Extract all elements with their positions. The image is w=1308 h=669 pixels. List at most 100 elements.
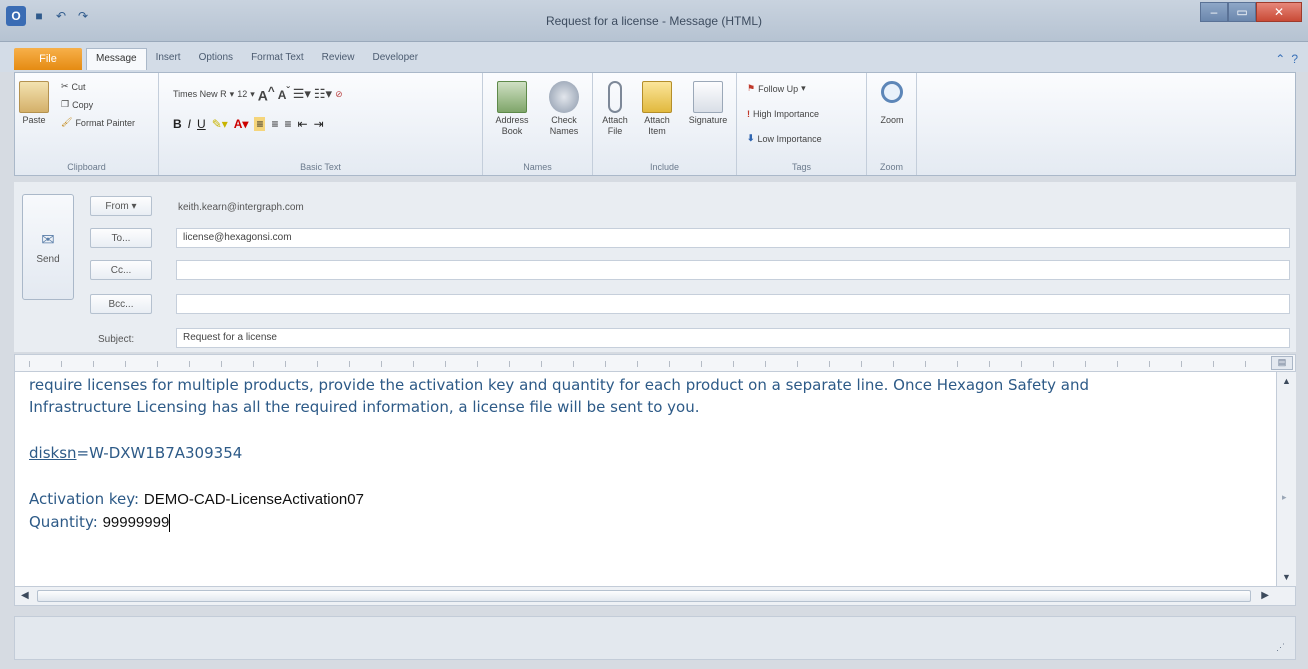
names-group-label: Names: [523, 162, 552, 172]
maximize-button[interactable]: ▭: [1228, 2, 1256, 22]
send-icon: ✉: [41, 231, 55, 249]
magnifier-icon: [881, 81, 903, 103]
close-button[interactable]: ✕: [1256, 2, 1302, 22]
font-color-icon[interactable]: A▾: [234, 117, 249, 131]
scissors-icon: ✂: [61, 81, 69, 91]
cut-button[interactable]: ✂ Cut: [61, 81, 86, 92]
align-left-icon[interactable]: ≡: [254, 117, 266, 131]
check-names-button[interactable]: Check Names: [541, 81, 587, 137]
shrink-font-icon[interactable]: Aˇ: [278, 86, 290, 102]
scroll-up-icon[interactable]: ▲: [1282, 376, 1291, 386]
tab-file[interactable]: File: [14, 48, 82, 70]
address-book-icon: [497, 81, 527, 113]
numbering-icon[interactable]: ☷▾: [314, 86, 332, 102]
paste-icon: [19, 81, 49, 113]
signature-icon: [693, 81, 723, 113]
tab-options[interactable]: Options: [190, 48, 242, 70]
exclamation-icon: !: [747, 109, 750, 119]
include-group-label: Include: [649, 162, 680, 172]
status-bar: ⋰: [14, 616, 1296, 660]
cc-button[interactable]: Cc...: [90, 260, 152, 280]
ruler-toggle-button[interactable]: ▤: [1271, 356, 1293, 370]
from-value: keith.kearn@intergraph.com: [178, 202, 304, 213]
low-importance-button[interactable]: ⬇ Low Importance: [747, 133, 822, 144]
minimize-button[interactable]: –: [1200, 2, 1228, 22]
message-header: ✉ Send From ▾ keith.kearn@intergraph.com…: [14, 182, 1296, 352]
attach-item-button[interactable]: Attach Item: [635, 81, 679, 137]
tags-group-label: Tags: [791, 162, 811, 172]
ribbon: Paste ✂ Cut ❐ Copy 🖌 Format Painter Clipboa…: [14, 72, 1296, 176]
to-button[interactable]: To...: [90, 228, 152, 248]
window-controls: – ▭ ✕: [1200, 2, 1302, 22]
italic-button[interactable]: I: [188, 117, 191, 131]
zoom-button[interactable]: Zoom: [873, 81, 911, 126]
increase-indent-icon[interactable]: ⇥: [314, 117, 324, 131]
horizontal-scrollbar[interactable]: ◀ ▶: [14, 586, 1296, 606]
font-name-dropdown[interactable]: Times New R: [173, 89, 227, 99]
tab-developer[interactable]: Developer: [363, 48, 427, 70]
decrease-indent-icon[interactable]: ⇤: [298, 117, 308, 131]
tab-insert[interactable]: Insert: [147, 48, 190, 70]
follow-up-button[interactable]: ⚑ Follow Up ▾: [747, 83, 806, 94]
check-names-icon: [549, 81, 579, 113]
basic-text-group-label: Basic Text: [300, 162, 341, 172]
vertical-scrollbar[interactable]: ▲ ▸ ▼: [1276, 372, 1296, 586]
scroll-down-icon[interactable]: ▼: [1282, 572, 1291, 582]
names-group: Address Book Check Names Names: [483, 73, 593, 175]
tags-group: ⚑ Follow Up ▾ ! High Importance ⬇ Low Import…: [737, 73, 867, 175]
text-caret: [169, 513, 171, 532]
cc-field[interactable]: [176, 260, 1290, 280]
scroll-mid-icon: ▸: [1282, 492, 1287, 502]
from-button[interactable]: From ▾: [90, 196, 152, 216]
paperclip-icon: [608, 81, 622, 113]
body-line-1: require licenses for multiple products, …: [29, 376, 1089, 394]
align-center-icon[interactable]: ≡: [271, 117, 278, 131]
underline-button[interactable]: U: [197, 117, 206, 131]
help-icon[interactable]: ?: [1291, 52, 1298, 66]
subject-field[interactable]: Request for a license: [176, 328, 1290, 348]
grow-font-icon[interactable]: A^: [258, 85, 275, 104]
tab-format-text[interactable]: Format Text: [242, 48, 313, 70]
copy-button[interactable]: ❐ Copy: [61, 99, 93, 110]
zoom-group: Zoom Zoom: [867, 73, 917, 175]
clear-formatting-icon[interactable]: ⊘: [335, 89, 343, 100]
align-right-icon[interactable]: ≡: [285, 117, 292, 131]
send-button[interactable]: ✉ Send: [22, 194, 74, 300]
window-title: Request for a license - Message (HTML): [545, 14, 763, 28]
horizontal-scroll-thumb[interactable]: [37, 590, 1251, 602]
bcc-button[interactable]: Bcc...: [90, 294, 152, 314]
ribbon-tab-row: File Message Insert Options Format Text …: [0, 42, 1308, 72]
zoom-group-label: Zoom: [879, 162, 903, 172]
address-book-button[interactable]: Address Book: [489, 81, 535, 137]
highlight-icon[interactable]: ✎▾: [212, 117, 228, 131]
clipboard-group-label: Clipboard: [67, 162, 106, 172]
flag-icon: ⚑: [747, 83, 756, 93]
attach-file-button[interactable]: Attach File: [597, 81, 633, 137]
disksn-line: disksn=W-DXW1B7A309354: [29, 444, 243, 462]
clipboard-group: Paste ✂ Cut ❐ Copy 🖌 Format Painter Clipboa…: [15, 73, 159, 175]
bcc-field[interactable]: [176, 294, 1290, 314]
basic-text-group: Times New R ▾ 12 ▾ A^ Aˇ ☰▾ ☷▾ ⊘ B I U ✎…: [159, 73, 483, 175]
paste-button[interactable]: Paste: [19, 81, 49, 126]
envelope-icon: [642, 81, 672, 113]
bullets-icon[interactable]: ☰▾: [293, 86, 311, 102]
scroll-left-icon[interactable]: ◀: [21, 590, 29, 601]
minimize-ribbon-icon[interactable]: ⌃: [1275, 52, 1285, 66]
body-line-2: Infrastructure Licensing has all the req…: [29, 398, 700, 416]
font-size-dropdown[interactable]: 12: [237, 89, 247, 99]
signature-button[interactable]: Signature: [683, 81, 733, 126]
resize-grip-icon[interactable]: ⋰: [1276, 642, 1285, 653]
high-importance-button[interactable]: ! High Importance: [747, 109, 819, 119]
to-field[interactable]: license@hexagonsi.com: [176, 228, 1290, 248]
down-arrow-icon: ⬇: [747, 133, 755, 143]
quantity-line: Quantity: 99999999: [29, 513, 171, 532]
format-painter-button[interactable]: 🖌 Format Painter: [61, 117, 135, 128]
tab-review[interactable]: Review: [313, 48, 364, 70]
bold-button[interactable]: B: [173, 117, 182, 131]
tab-message[interactable]: Message: [86, 48, 147, 70]
include-group: Attach File Attach Item Signature Includ…: [593, 73, 737, 175]
title-bar: O ■ ↶ ↷ Request for a license - Message …: [0, 0, 1308, 42]
copy-icon: ❐: [61, 99, 70, 109]
message-body[interactable]: require licenses for multiple products, …: [14, 372, 1276, 586]
scroll-right-icon[interactable]: ▶: [1261, 590, 1269, 601]
